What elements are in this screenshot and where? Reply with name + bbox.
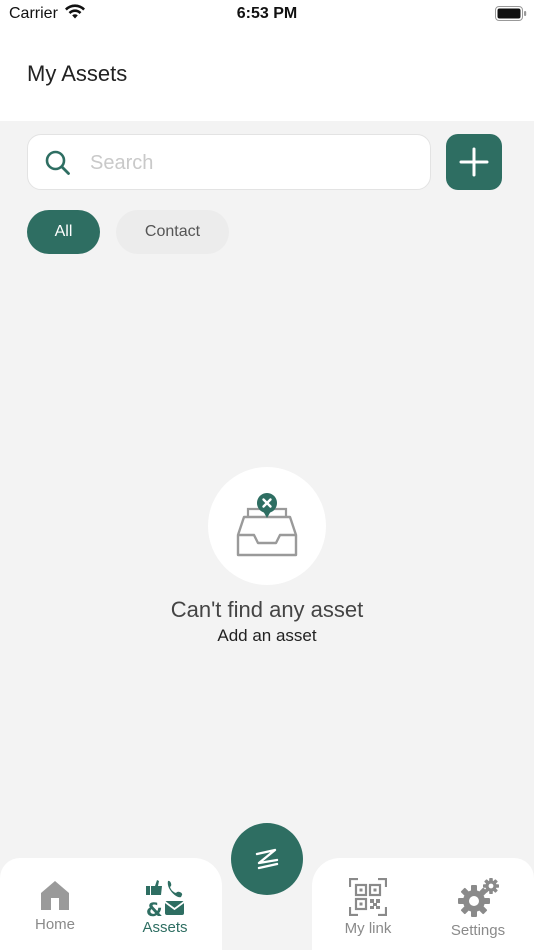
- home-icon: [41, 881, 69, 910]
- tab-assets-label: Assets: [142, 919, 188, 936]
- app-logo-icon: [255, 848, 279, 870]
- battery-icon: [495, 6, 527, 21]
- empty-state-title: Can't find any asset: [170, 597, 364, 622]
- filter-chip-all[interactable]: All: [27, 210, 100, 254]
- filter-chip-contact[interactable]: Contact: [116, 210, 229, 254]
- header-area: Carrier 6:53 PM My Assets: [0, 0, 534, 121]
- plus-icon: [459, 147, 489, 177]
- add-asset-button[interactable]: [446, 134, 502, 190]
- center-action-button[interactable]: [231, 823, 303, 895]
- svg-text:&: &: [146, 899, 163, 918]
- tab-home-label: Home: [34, 916, 75, 933]
- empty-state-subtitle[interactable]: Add an asset: [0, 626, 534, 646]
- tab-settings[interactable]: Settings: [433, 878, 523, 948]
- empty-state-illustration: [208, 467, 326, 585]
- status-bar: Carrier 6:53 PM: [0, 0, 534, 28]
- tab-settings-label: Settings: [450, 922, 506, 939]
- search-input[interactable]: [90, 145, 410, 181]
- page-title: My Assets: [27, 61, 128, 86]
- tab-assets[interactable]: & Assets: [120, 878, 210, 948]
- search-box[interactable]: [27, 134, 431, 190]
- gear-icon: [458, 878, 499, 917]
- qr-code-icon: [349, 878, 387, 916]
- search-icon: [45, 150, 70, 175]
- assets-icon: &: [146, 880, 185, 918]
- clock: 6:53 PM: [236, 5, 298, 22]
- tab-my-link[interactable]: My link: [323, 878, 413, 948]
- empty-inbox-icon: [236, 493, 298, 557]
- tab-home[interactable]: Home: [10, 878, 100, 948]
- tab-my-link-label: My link: [344, 920, 392, 937]
